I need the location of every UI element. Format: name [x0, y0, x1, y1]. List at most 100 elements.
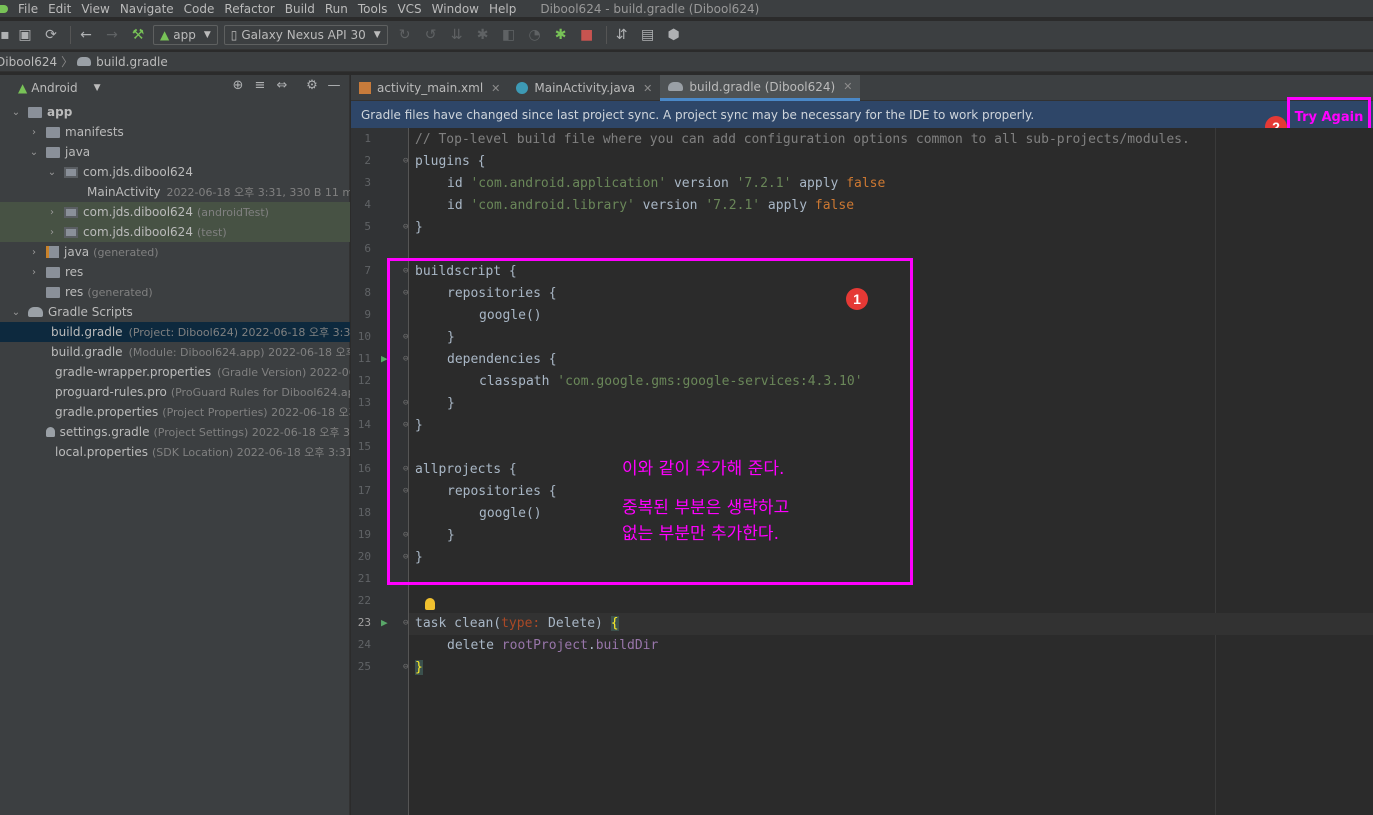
- open-folder-icon[interactable]: ▪: [0, 25, 10, 45]
- chevron-down-icon[interactable]: ⌄: [28, 147, 40, 158]
- profile-icon[interactable]: ◔: [524, 25, 546, 45]
- coverage-icon[interactable]: ◧: [498, 25, 520, 45]
- chevron-right-icon[interactable]: ›: [28, 267, 40, 278]
- menu-help[interactable]: Help: [489, 2, 516, 16]
- tab-mainactivity-java[interactable]: MainActivity.java ✕: [508, 75, 660, 101]
- tree-item-gradle-properties[interactable]: gradle.properties (Project Properties) 2…: [0, 402, 350, 422]
- tree-item-proguard[interactable]: proguard-rules.pro (ProGuard Rules for D…: [0, 382, 350, 402]
- device-manager-icon[interactable]: ▤: [637, 25, 659, 45]
- window-title: Dibool624 - build.gradle (Dibool624): [540, 1, 760, 16]
- tree-item-java[interactable]: ⌄ java: [0, 142, 350, 162]
- fold-marker-icon[interactable]: ⊖: [403, 222, 408, 232]
- stop-icon[interactable]: ■: [576, 25, 598, 45]
- sync-icon[interactable]: ⟳: [40, 25, 62, 45]
- menu-tools[interactable]: Tools: [358, 2, 388, 16]
- tree-item-settings-gradle[interactable]: settings.gradle (Project Settings) 2022-…: [0, 422, 350, 442]
- forward-arrow-icon[interactable]: →: [101, 25, 123, 45]
- menu-edit[interactable]: Edit: [48, 2, 71, 16]
- tree-item-res[interactable]: › res: [0, 262, 350, 282]
- gear-icon[interactable]: ⚙: [301, 78, 323, 93]
- minimize-icon[interactable]: —: [323, 78, 345, 93]
- gradle-icon: [46, 427, 55, 437]
- chevron-right-icon[interactable]: ›: [46, 227, 58, 238]
- menu-file[interactable]: File: [18, 2, 38, 16]
- close-icon[interactable]: ✕: [843, 80, 852, 93]
- annotation-note-2: 중복된 부분은 생략하고: [622, 498, 790, 518]
- project-tool-window: ▲ Android ▼ ⊕ ≡ ⇔ ⚙ — ⌄ app › manifests …: [0, 75, 350, 815]
- menu-run[interactable]: Run: [325, 2, 348, 16]
- code-line-4: id 'com.android.library' version '7.2.1'…: [447, 198, 855, 213]
- fold-marker-icon[interactable]: ⊖: [403, 662, 408, 672]
- line-number: 12: [357, 374, 371, 387]
- module-folder-icon: [28, 106, 42, 118]
- folder-icon: [46, 126, 60, 138]
- chevron-right-icon[interactable]: ›: [28, 127, 40, 138]
- tree-item-java-generated[interactable]: › java (generated): [0, 242, 350, 262]
- fold-marker-icon[interactable]: ⊖: [403, 618, 408, 628]
- debug-icon[interactable]: ✱: [472, 25, 494, 45]
- collapse-all-icon[interactable]: ⇔: [271, 78, 293, 93]
- menu-code[interactable]: Code: [184, 2, 215, 16]
- close-icon[interactable]: ✕: [643, 82, 652, 95]
- apply-changes-icon[interactable]: ↺: [420, 25, 442, 45]
- attach-debugger-icon[interactable]: ✱: [550, 25, 572, 45]
- gradle-sync-notification: Gradle files have changed since last pro…: [351, 97, 1373, 137]
- tree-item-package-main[interactable]: ⌄ com.jds.dibool624: [0, 162, 350, 182]
- breadcrumb-file[interactable]: build.gradle: [96, 55, 168, 69]
- save-icon[interactable]: ▣: [14, 25, 36, 45]
- menu-bar: File Edit View Navigate Code Refactor Bu…: [0, 0, 1373, 17]
- tree-item-gradle-scripts[interactable]: ⌄ Gradle Scripts: [0, 302, 350, 322]
- sdk-manager-icon[interactable]: ⬢: [663, 25, 685, 45]
- chevron-down-icon: ▼: [373, 30, 381, 40]
- back-arrow-icon[interactable]: ←: [75, 25, 97, 45]
- tree-item-mainactivity[interactable]: MainActivity 2022-06-18 오후 3:31, 330 B 1…: [0, 182, 350, 202]
- menu-refactor[interactable]: Refactor: [224, 2, 274, 16]
- package-icon: [64, 166, 78, 178]
- main-toolbar: ▪ ▣ ⟳ ← → ⚒ ▲ app ▼ ▯ Galaxy Nexus API 3…: [0, 21, 1373, 50]
- locate-icon[interactable]: ⊕: [227, 78, 249, 93]
- tree-item-package-androidtest[interactable]: › com.jds.dibool624 (androidTest): [0, 202, 350, 222]
- chevron-right-icon[interactable]: ›: [46, 207, 58, 218]
- line-number: 9: [364, 308, 371, 321]
- run-icon[interactable]: ⇊: [446, 25, 468, 45]
- close-icon[interactable]: ✕: [491, 82, 500, 95]
- lightbulb-icon[interactable]: [425, 598, 435, 610]
- breadcrumb-project[interactable]: Dibool624: [0, 55, 57, 69]
- code-line-1: // Top-level build file where you can ad…: [415, 132, 1190, 147]
- tree-item-local-properties[interactable]: local.properties (SDK Location) 2022-06-…: [0, 442, 350, 462]
- fold-marker-icon[interactable]: ⊖: [403, 156, 408, 166]
- project-view-select[interactable]: Android: [31, 81, 77, 95]
- rerun-icon[interactable]: ↻: [394, 25, 416, 45]
- tree-item-build-gradle-module[interactable]: build.gradle (Module: Dibool624.app) 202…: [0, 342, 350, 362]
- menu-window[interactable]: Window: [432, 2, 479, 16]
- tree-item-app[interactable]: ⌄ app: [0, 102, 350, 122]
- line-number: 1: [364, 132, 371, 145]
- menu-build[interactable]: Build: [285, 2, 315, 16]
- tree-item-package-test[interactable]: › com.jds.dibool624 (test): [0, 222, 350, 242]
- expand-all-icon[interactable]: ≡: [249, 78, 271, 93]
- tree-item-build-gradle-project[interactable]: build.gradle (Project: Dibool624) 2022-0…: [0, 322, 350, 342]
- build-hammer-icon[interactable]: ⚒: [127, 25, 149, 45]
- menu-vcs[interactable]: VCS: [397, 2, 421, 16]
- chevron-down-icon[interactable]: ⌄: [10, 307, 22, 318]
- chevron-down-icon[interactable]: ⌄: [10, 107, 22, 118]
- device-select[interactable]: ▯ Galaxy Nexus API 30 ▼: [223, 25, 388, 45]
- menu-view[interactable]: View: [81, 2, 109, 16]
- tree-item-res-generated[interactable]: res (generated): [0, 282, 350, 302]
- chevron-down-icon[interactable]: ⌄: [46, 167, 58, 178]
- chevron-down-icon[interactable]: ▼: [94, 83, 101, 93]
- chevron-right-icon[interactable]: ›: [28, 247, 40, 258]
- annotation-note-3: 없는 부분만 추가한다.: [622, 524, 779, 544]
- run-gutter-icon[interactable]: ▶: [381, 616, 388, 629]
- gradle-sync-icon[interactable]: ⇵: [611, 25, 633, 45]
- run-config-select[interactable]: ▲ app ▼: [153, 25, 218, 45]
- breadcrumb: Dibool624 〉 build.gradle: [0, 52, 1373, 72]
- resource-folder-icon: [46, 286, 60, 298]
- project-panel-header: ▲ Android ▼ ⊕ ≡ ⇔ ⚙ —: [0, 75, 349, 100]
- menu-navigate[interactable]: Navigate: [120, 2, 174, 16]
- tab-activity-main-xml[interactable]: activity_main.xml ✕: [351, 75, 508, 101]
- tree-item-gradle-wrapper[interactable]: gradle-wrapper.properties (Gradle Versio…: [0, 362, 350, 382]
- line-number: 25: [357, 660, 371, 673]
- tree-item-manifests[interactable]: › manifests: [0, 122, 350, 142]
- tab-build-gradle[interactable]: build.gradle (Dibool624) ✕: [660, 75, 861, 101]
